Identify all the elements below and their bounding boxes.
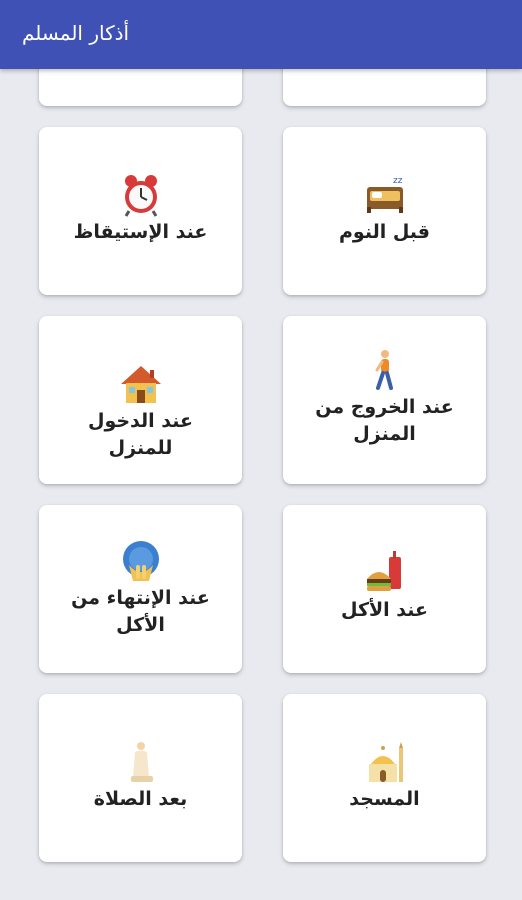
alarm-clock-icon <box>124 175 157 217</box>
card-after-eating[interactable]: عند الإنتهاء من الأكل <box>39 505 242 673</box>
card-entering-home[interactable]: عند الدخول للمنزل <box>39 316 242 484</box>
card-mosque[interactable]: المسجد <box>283 694 486 862</box>
praying-hands-icon <box>122 541 159 581</box>
card-after-prayer[interactable]: بعد الصلاة <box>39 694 242 862</box>
app-title: أذكار المسلم <box>22 21 130 45</box>
card-waking-up[interactable]: عند الإستيقاظ <box>39 127 242 295</box>
fast-food-icon <box>366 551 401 591</box>
app-bar: أذكار المسلم <box>0 0 522 69</box>
house-icon <box>120 366 161 403</box>
card-label: بعد الصلاة <box>93 788 188 810</box>
card-label: قبل النوم <box>338 221 430 243</box>
card-label: عند الإستيقاظ <box>73 221 208 243</box>
card-while-eating[interactable]: عند الأكل <box>283 505 486 673</box>
card-label: المسجد <box>349 788 420 810</box>
mosque-icon <box>368 742 403 782</box>
walking-person-icon <box>375 350 393 390</box>
card-label: عند الأكل <box>341 599 428 621</box>
svg-text:zz: zz <box>393 176 403 186</box>
categories-grid: عند الإستيقاظ zz قبل النوم عند الدخول لل… <box>0 0 522 900</box>
card-before-sleep[interactable]: zz قبل النوم <box>283 127 486 295</box>
card-label: عند الدخول للمنزل <box>87 410 194 459</box>
bed-icon: zz <box>366 176 403 213</box>
praying-person-icon <box>130 742 153 782</box>
card-label: عند الإنتهاء من الأكل <box>71 587 210 636</box>
card-leaving-home[interactable]: عند الخروج من المنزل <box>283 316 486 484</box>
card-label: عند الخروج من المنزل <box>315 396 454 445</box>
